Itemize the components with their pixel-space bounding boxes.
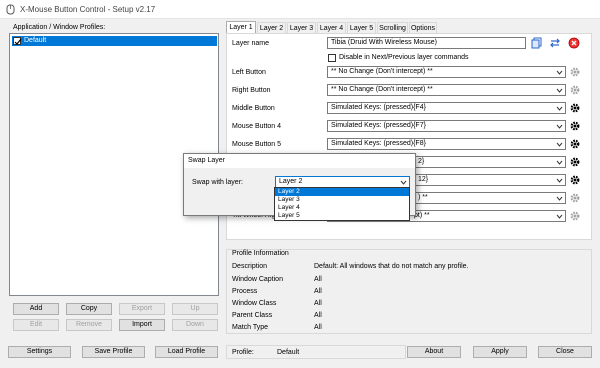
dialog-titlebar: Swap Layer (184, 154, 415, 168)
chevron-down-icon (556, 196, 563, 201)
mouse-button-5-value: Simulated Keys: (pressed){F8} (331, 140, 426, 147)
copy-profile-button[interactable]: Copy (66, 303, 112, 315)
profiles-label: Application / Window Profiles: (13, 24, 106, 31)
mouse-button-5-gear-icon[interactable] (569, 138, 581, 150)
tilt-left-gear-icon[interactable] (569, 192, 581, 204)
save-profile-button[interactable]: Save Profile (82, 346, 145, 358)
info-value-process: All (314, 288, 322, 295)
dialog-title: Swap Layer (188, 157, 225, 164)
wheel-down-value: 12} (418, 176, 429, 183)
settings-button[interactable]: Settings (8, 346, 71, 358)
right-button-combo[interactable]: ** No Change (Don't intercept) ** (327, 84, 566, 96)
checkmark-icon (14, 38, 22, 45)
info-key-window-caption: Window Caption (232, 276, 283, 283)
copy-layer-icon[interactable] (531, 37, 543, 49)
info-value-window-caption: All (314, 276, 322, 283)
info-key-description: Description (232, 263, 268, 270)
chevron-down-icon (556, 124, 563, 129)
profile-item-label: Default (24, 37, 47, 44)
info-value-description: Default: All windows that do not match a… (314, 263, 469, 270)
info-key-parent-class: Parent Class (232, 312, 273, 319)
disable-nav-checkbox[interactable] (328, 54, 336, 62)
left-button-gear-icon[interactable] (569, 66, 581, 78)
chevron-down-icon (556, 70, 563, 75)
apply-button[interactable]: Apply (473, 346, 527, 358)
info-value-window-class: All (314, 300, 322, 307)
left-button-label: Left Button (232, 69, 266, 76)
chevron-down-icon (556, 160, 563, 165)
mouse-button-4-value: Simulated Keys: (pressed){F7} (331, 122, 426, 129)
remove-profile-button[interactable]: Remove (66, 319, 112, 331)
about-button[interactable]: About (407, 346, 461, 358)
middle-button-combo[interactable]: Simulated Keys: (pressed){F4} (327, 102, 566, 114)
swap-layer-selected: Layer 2 (279, 178, 303, 185)
mouse-button-5-label: Mouse Button 5 (232, 141, 282, 148)
profile-item-default[interactable]: Default (12, 36, 217, 46)
left-button-combo[interactable]: ** No Change (Don't intercept) ** (327, 66, 566, 78)
right-button-value: ** No Change (Don't intercept) ** (331, 86, 433, 93)
window-title: X-Mouse Button Control - Setup v2.17 (20, 5, 156, 14)
info-key-process: Process (232, 288, 258, 295)
swap-with-layer-label: Swap with layer: (192, 179, 243, 186)
profile-info-panel (226, 249, 592, 334)
tilt-right-value: pt) ** (414, 212, 430, 219)
close-button[interactable]: Close (538, 346, 592, 358)
import-profile-button[interactable]: Import (119, 319, 165, 331)
chevron-down-icon (556, 178, 563, 183)
chevron-down-icon (556, 106, 563, 111)
app-mouse-icon (6, 4, 15, 15)
profile-checkbox[interactable] (13, 37, 22, 45)
middle-button-gear-icon[interactable] (569, 102, 581, 114)
window-titlebar: X-Mouse Button Control - Setup v2.17 (0, 0, 600, 19)
dropdown-option-layer-3[interactable]: Layer 3 (275, 196, 409, 204)
info-value-parent-class: All (314, 312, 322, 319)
mouse-button-5-combo[interactable]: Simulated Keys: (pressed){F8} (327, 138, 566, 150)
mouse-button-4-label: Mouse Button 4 (232, 123, 282, 130)
right-button-gear-icon[interactable] (569, 84, 581, 96)
tilt-right-gear-icon[interactable] (569, 210, 581, 222)
load-profile-button[interactable]: Load Profile (155, 346, 218, 358)
dropdown-option-layer-4[interactable]: Layer 4 (275, 204, 409, 212)
chevron-down-icon (556, 88, 563, 93)
info-key-window-class: Window Class (232, 300, 277, 307)
mouse-button-4-combo[interactable]: Simulated Keys: (pressed){F7} (327, 120, 566, 132)
chevron-down-icon (556, 214, 563, 219)
move-down-button[interactable]: Down (172, 319, 218, 331)
export-profile-button[interactable]: Export (119, 303, 165, 315)
middle-button-value: Simulated Keys: (pressed){F4} (331, 104, 426, 111)
layer-name-input[interactable]: Tibia (Druid With Wireless Mouse) (327, 37, 526, 49)
add-profile-button[interactable]: Add (13, 303, 59, 315)
mouse-button-4-gear-icon[interactable] (569, 120, 581, 132)
info-key-match-type: Match Type (232, 324, 269, 331)
tilt-left-value: ) ** (418, 194, 428, 201)
right-button-label: Right Button (232, 87, 271, 94)
left-button-value: ** No Change (Don't intercept) ** (331, 68, 433, 75)
edit-profile-button[interactable]: Edit (13, 319, 59, 331)
profile-status-label: Profile: (232, 349, 254, 356)
swap-layer-icon[interactable] (549, 37, 561, 49)
dropdown-option-layer-2[interactable]: Layer 2 (275, 188, 409, 196)
disable-nav-label: Disable in Next/Previous layer commands (339, 54, 469, 61)
move-up-button[interactable]: Up (172, 303, 218, 315)
layer-name-label: Layer name (232, 40, 269, 47)
profile-status-value: Default (277, 349, 300, 356)
swap-layer-dropdown[interactable]: Layer 2 Layer 3 Layer 4 Layer 5 (274, 187, 410, 221)
wheel-up-value: 2} (418, 158, 425, 165)
profile-info-title: Profile Information (232, 250, 289, 257)
dropdown-option-layer-5[interactable]: Layer 5 (275, 212, 409, 220)
chevron-down-icon (556, 142, 563, 147)
wheel-up-gear-icon[interactable] (569, 156, 581, 168)
chevron-down-icon (400, 180, 407, 185)
info-value-match-type: All (314, 324, 322, 331)
middle-button-label: Middle Button (232, 105, 275, 112)
wheel-down-gear-icon[interactable] (569, 174, 581, 186)
clear-layer-icon[interactable] (568, 37, 580, 49)
